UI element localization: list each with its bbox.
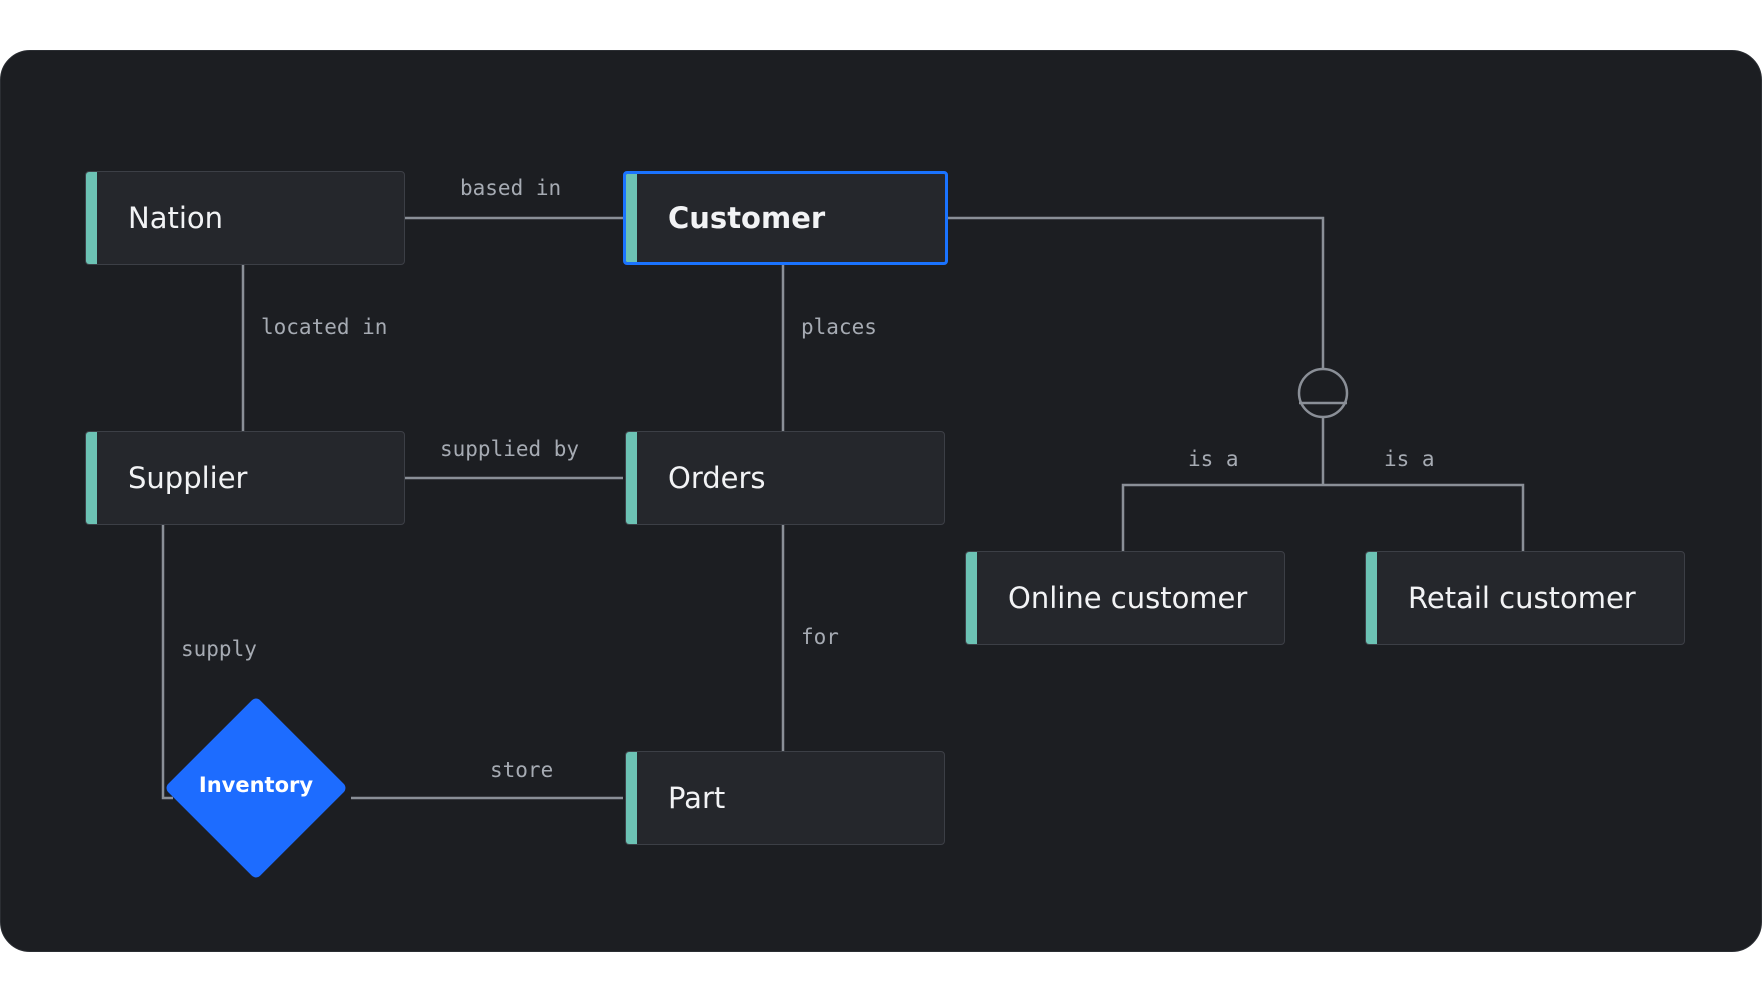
entity-label: Supplier bbox=[128, 461, 248, 495]
entity-customer[interactable]: Customer bbox=[623, 171, 948, 265]
entity-accent bbox=[86, 172, 97, 264]
entity-accent bbox=[626, 752, 637, 844]
edge-label-supplied-by: supplied by bbox=[440, 437, 580, 461]
entity-orders[interactable]: Orders bbox=[625, 431, 945, 525]
entity-label: Online customer bbox=[1008, 581, 1248, 615]
diagram-canvas: Nation Customer Supplier Orders Part Onl… bbox=[0, 50, 1762, 952]
entity-part[interactable]: Part bbox=[625, 751, 945, 845]
edge-label-for: for bbox=[801, 625, 839, 649]
edge-label-is-a-left: is a bbox=[1188, 447, 1239, 471]
entity-label: Customer bbox=[668, 201, 826, 235]
entity-accent bbox=[1366, 552, 1377, 644]
subtype-circle bbox=[1297, 367, 1349, 419]
entity-supplier[interactable]: Supplier bbox=[85, 431, 405, 525]
entity-label: Nation bbox=[128, 201, 224, 235]
entity-label: Orders bbox=[668, 461, 766, 495]
edge-customer-subtype bbox=[948, 216, 1325, 369]
entity-online-customer[interactable]: Online customer bbox=[965, 551, 1285, 645]
entity-accent bbox=[626, 432, 637, 524]
edge-label-store: store bbox=[490, 758, 554, 782]
edge-label-is-a-right: is a bbox=[1384, 447, 1435, 471]
relationship-inventory-label: Inventory bbox=[198, 773, 314, 797]
edge-supplier-inventory bbox=[161, 525, 173, 800]
entity-label: Part bbox=[668, 781, 726, 815]
edge-label-based-in: based in bbox=[460, 176, 562, 200]
entity-accent bbox=[966, 552, 977, 644]
entity-accent bbox=[626, 174, 637, 262]
entity-accent bbox=[86, 432, 97, 524]
edge-label-supply: supply bbox=[181, 637, 257, 661]
entity-retail-customer[interactable]: Retail customer bbox=[1365, 551, 1685, 645]
edge-hub-retail bbox=[1323, 483, 1525, 553]
edge-hub-online bbox=[1121, 483, 1323, 553]
edge-label-places: places bbox=[801, 315, 877, 339]
entity-nation[interactable]: Nation bbox=[85, 171, 405, 265]
edge-label-located-in: located in bbox=[261, 315, 388, 339]
entity-label: Retail customer bbox=[1408, 581, 1636, 615]
